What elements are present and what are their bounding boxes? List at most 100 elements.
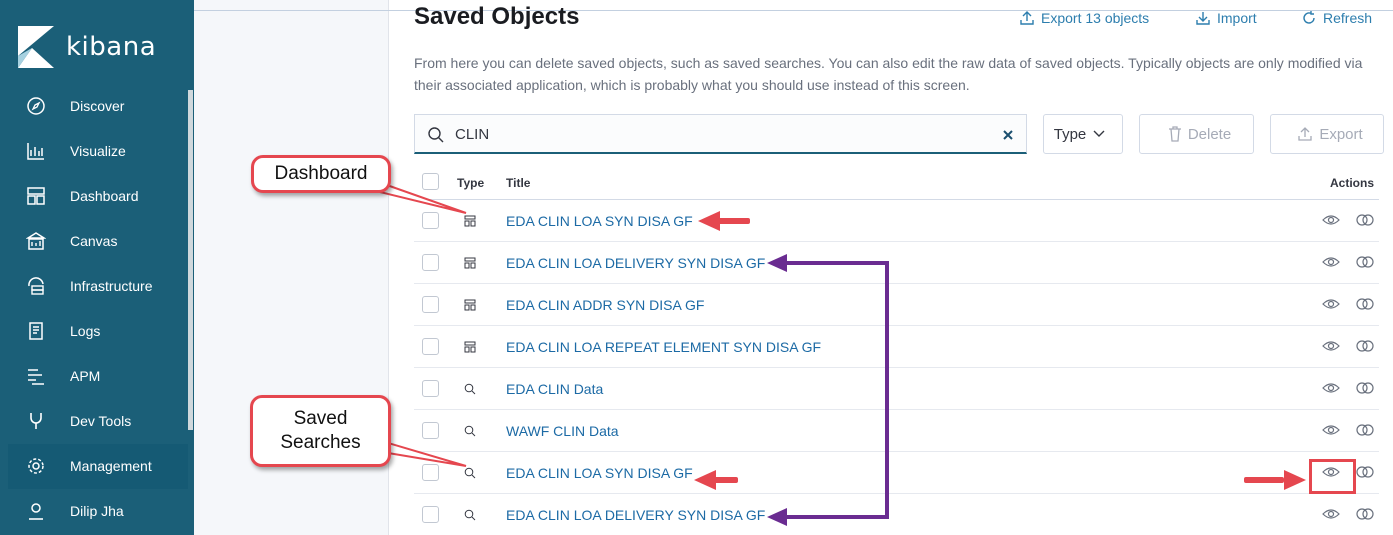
inspect-icon[interactable]: [1322, 508, 1340, 520]
table-row: EDA CLIN Data: [414, 368, 1379, 410]
row-checkbox[interactable]: [422, 380, 439, 397]
search-type-icon: [464, 509, 476, 521]
dashboard-icon: [464, 215, 476, 227]
relationships-icon[interactable]: [1356, 508, 1374, 520]
export-icon: [1020, 11, 1034, 25]
import-label: Import: [1217, 10, 1257, 26]
table-row: EDA CLIN LOA SYN DISA GF: [414, 452, 1379, 494]
logo-text: kibana: [66, 32, 157, 62]
inspect-icon[interactable]: [1322, 340, 1340, 352]
row-checkbox[interactable]: [422, 212, 439, 229]
sidebar-item-label: Canvas: [70, 233, 118, 249]
kibana-logo-icon: [18, 26, 54, 68]
inspect-icon[interactable]: [1322, 256, 1340, 268]
row-title-link[interactable]: EDA CLIN LOA SYN DISA GF: [506, 465, 693, 481]
relationships-icon[interactable]: [1356, 466, 1374, 478]
row-title-link[interactable]: EDA CLIN LOA DELIVERY SYN DISA GF: [506, 255, 765, 271]
sidebar-item-user[interactable]: Dilip Jha: [8, 489, 188, 534]
table-row: WAWF CLIN Data: [414, 410, 1379, 452]
saved-searches-callout-line2: Searches: [280, 432, 361, 453]
delete-button[interactable]: Delete: [1139, 114, 1254, 154]
chart-icon: [27, 143, 44, 160]
table-row: EDA CLIN LOA SYN DISA GF: [414, 200, 1379, 242]
import-button[interactable]: Import: [1195, 10, 1257, 26]
row-title-link[interactable]: EDA CLIN ADDR SYN DISA GF: [506, 297, 704, 313]
saved-searches-callout-line1: Saved: [293, 408, 348, 429]
row-checkbox[interactable]: [422, 422, 439, 439]
search-icon: [428, 127, 444, 143]
trash-icon: [1168, 126, 1181, 142]
column-header-actions: Actions: [1330, 176, 1375, 190]
table-row: EDA CLIN LOA REPEAT ELEMENT SYN DISA GF: [414, 326, 1379, 368]
sidebar-item-management[interactable]: Management: [8, 444, 188, 489]
search-box[interactable]: [414, 114, 1027, 154]
export-icon: [1298, 127, 1312, 141]
dashboard-icon: [464, 299, 476, 311]
relationships-icon[interactable]: [1356, 214, 1374, 226]
sidebar-item-infrastructure[interactable]: Infrastructure: [8, 264, 188, 309]
row-title-link[interactable]: EDA CLIN LOA REPEAT ELEMENT SYN DISA GF: [506, 339, 821, 355]
inspect-icon[interactable]: [1322, 424, 1340, 436]
row-checkbox[interactable]: [422, 338, 439, 355]
sidebar-item-label: Dilip Jha: [70, 503, 124, 519]
infrastructure-icon: [28, 277, 44, 295]
user-icon: [29, 503, 43, 520]
relationships-icon[interactable]: [1356, 382, 1374, 394]
export-all-button[interactable]: Export 13 objects: [1019, 10, 1149, 26]
column-header-title[interactable]: Title: [506, 176, 530, 190]
dashboard-callout: Dashboard: [251, 155, 391, 193]
type-filter-label: Type: [1053, 125, 1087, 143]
inspect-icon[interactable]: [1322, 298, 1340, 310]
sidebar-item-canvas[interactable]: Canvas: [8, 219, 188, 264]
row-checkbox[interactable]: [422, 254, 439, 271]
sidebar-item-label: Logs: [70, 323, 101, 339]
relationships-icon[interactable]: [1356, 298, 1374, 310]
search-input[interactable]: [455, 124, 995, 144]
table-row: EDA CLIN LOA DELIVERY SYN DISA GF: [414, 494, 1379, 535]
row-title-link[interactable]: EDA CLIN Data: [506, 381, 603, 397]
row-checkbox[interactable]: [422, 464, 439, 481]
sidebar-item-label: APM: [70, 368, 101, 384]
sidebar-item-dev-tools[interactable]: Dev Tools: [8, 399, 188, 444]
row-title-link[interactable]: EDA CLIN LOA DELIVERY SYN DISA GF: [506, 507, 765, 523]
search-type-icon: [464, 425, 476, 437]
column-header-type[interactable]: Type: [457, 176, 484, 190]
dashboard-icon: [464, 257, 476, 269]
sidebar-item-label: Visualize: [70, 143, 126, 159]
chevron-down-icon: [1093, 130, 1105, 137]
inspect-icon[interactable]: [1322, 214, 1340, 226]
inspect-icon[interactable]: [1322, 382, 1340, 394]
type-filter-button[interactable]: Type: [1043, 114, 1123, 154]
row-checkbox[interactable]: [422, 506, 439, 523]
clear-icon[interactable]: [1002, 129, 1014, 141]
compass-icon: [27, 97, 45, 115]
relationships-icon[interactable]: [1356, 340, 1374, 352]
relationships-icon[interactable]: [1356, 424, 1374, 436]
canvas-icon: [26, 232, 46, 250]
sidebar-item-visualize[interactable]: Visualize: [8, 129, 188, 174]
row-title-link[interactable]: EDA CLIN LOA SYN DISA GF: [506, 213, 693, 229]
sidebar-item-apm[interactable]: APM: [8, 354, 188, 399]
export-label: Export: [1319, 125, 1363, 143]
sidebar-item-logs[interactable]: Logs: [8, 309, 188, 354]
kibana-logo[interactable]: kibana: [0, 0, 194, 90]
select-all-checkbox[interactable]: [422, 173, 439, 190]
relationships-icon[interactable]: [1356, 256, 1374, 268]
dashboard-icon: [464, 341, 476, 353]
sidebar-item-label: Dev Tools: [70, 413, 132, 429]
sidebar-scrollbar[interactable]: [188, 90, 193, 430]
export-button[interactable]: Export: [1270, 114, 1384, 154]
table-row: EDA CLIN LOA DELIVERY SYN DISA GF: [414, 242, 1379, 284]
export-all-label: Export 13 objects: [1041, 10, 1150, 26]
row-checkbox[interactable]: [422, 296, 439, 313]
row-title-link[interactable]: WAWF CLIN Data: [506, 423, 619, 439]
sidebar-item-label: Discover: [70, 98, 125, 114]
logs-icon: [29, 322, 43, 340]
sidebar-item-discover[interactable]: Discover: [8, 84, 188, 129]
sidebar-item-dashboard[interactable]: Dashboard: [8, 174, 188, 219]
page-description: From here you can delete saved objects, …: [414, 55, 1363, 93]
refresh-button[interactable]: Refresh: [1301, 10, 1372, 26]
table-header: Type Title Actions: [414, 164, 1379, 200]
refresh-icon: [1303, 11, 1315, 24]
refresh-label: Refresh: [1323, 10, 1373, 26]
